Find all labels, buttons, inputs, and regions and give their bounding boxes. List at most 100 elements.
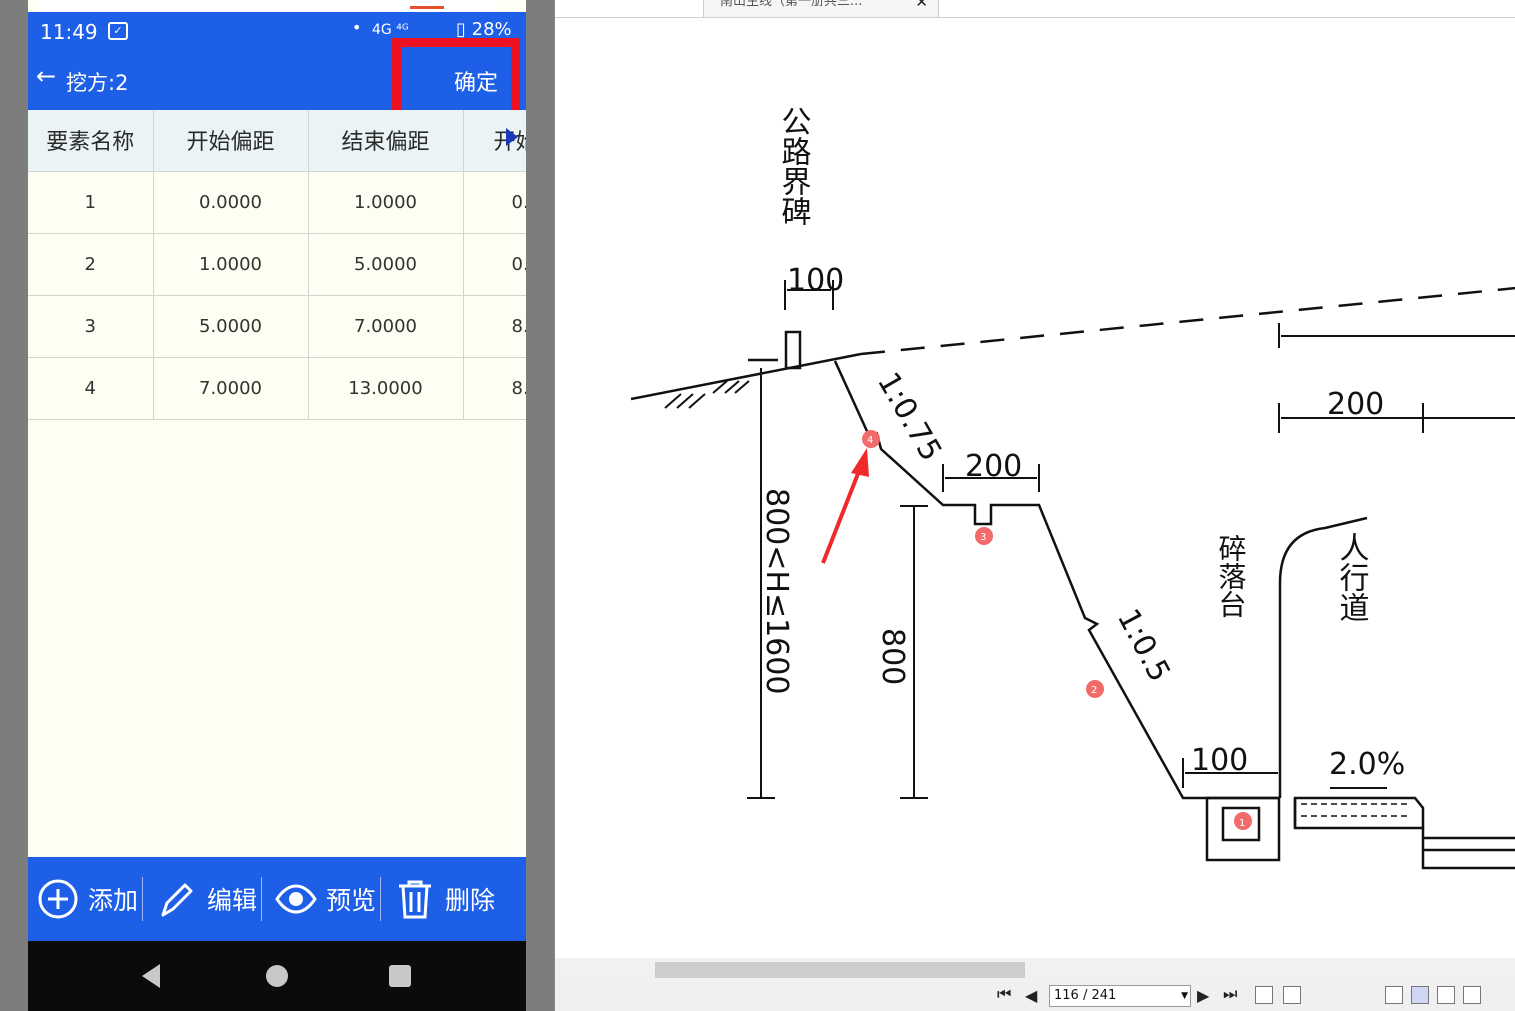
page-title: 挖方:2 — [66, 71, 129, 95]
table-row[interactable]: 1 0.0000 1.0000 0. — [28, 171, 526, 234]
two-page-continuous-icon[interactable] — [1463, 986, 1481, 1004]
table-cell: 4 — [28, 357, 154, 420]
prev-page-icon[interactable]: ◀ — [1025, 986, 1037, 1006]
table-cell: 1.0000 — [308, 171, 464, 234]
table-cell: 7.0000 — [153, 357, 309, 420]
two-page-icon[interactable] — [1437, 986, 1455, 1004]
crossfall-label: 2.0% — [1329, 747, 1405, 782]
table-row[interactable]: 2 1.0000 5.0000 0. — [28, 233, 526, 296]
table-row[interactable]: 4 7.0000 13.0000 8. — [28, 357, 526, 420]
slope-lower-label: 1:0.5 — [1110, 603, 1177, 687]
last-page-icon[interactable]: ⏭ — [1223, 986, 1237, 1004]
delete-button[interactable]: 删除 — [385, 857, 495, 941]
red-pointer-arrow — [821, 448, 869, 564]
ditch-width-label: 100 — [1191, 743, 1248, 778]
table-cell: 13.0000 — [308, 357, 464, 420]
toolbar-divider — [380, 877, 382, 921]
ground-line — [630, 352, 862, 401]
bottom-toolbar: 添加 编辑 预览 删除 — [28, 857, 526, 941]
add-button[interactable]: 添加 — [28, 857, 138, 941]
network-indicator: 4G ⁴ᴳ — [372, 22, 409, 38]
cross-section-drawing: 公路界碑 100 1:0.75 200 800<H≤1600 800 1:0.5… — [630, 106, 1515, 870]
first-page-icon[interactable]: ⏮ — [997, 986, 1011, 1004]
toolbar-divider — [142, 877, 144, 921]
marker-4[interactable]: 4 — [862, 430, 880, 448]
slope-upper-label: 1:0.75 — [870, 367, 948, 468]
close-icon[interactable]: ✕ — [915, 0, 928, 10]
continuous-page-icon[interactable] — [1411, 986, 1429, 1004]
toolbar-divider — [261, 877, 263, 921]
table-cell: 5.0000 — [308, 233, 464, 296]
preview-button[interactable]: 预览 — [266, 857, 376, 941]
phone-app: 11:49 ✓ • 4G ⁴ᴳ ▯ 28% ← 挖方:2 确定 要素名称 开始偏… — [28, 0, 526, 1011]
edit-button[interactable]: 编辑 — [147, 857, 257, 941]
dot-icon: • — [352, 18, 362, 37]
screen: 11:49 ✓ • 4G ⁴ᴳ ▯ 28% ← 挖方:2 确定 要素名称 开始偏… — [0, 0, 1515, 1011]
dim-right-upper — [1278, 323, 1515, 348]
document-tab[interactable]: 南山主线（第一册共三... ✕ — [703, 0, 939, 18]
arrow-left-icon[interactable]: ← — [36, 62, 56, 90]
delete-label: 删除 — [445, 886, 496, 915]
platform-label: 碎落台 — [1215, 534, 1248, 618]
eye-icon — [275, 884, 317, 914]
sidewalk-label: 人行道 — [1334, 532, 1370, 622]
horizontal-scrollbar[interactable] — [555, 958, 1515, 980]
height-800-label: 800 — [875, 628, 910, 685]
page-indicator: 116 / 241 — [1054, 988, 1117, 1003]
marker-3-label: 3 — [980, 532, 986, 543]
preview-label: 预览 — [326, 886, 377, 915]
table-header-row: 要素名称 开始偏距 结束偏距 开始 — [28, 110, 526, 172]
height-range-label: 800<H≤1600 — [759, 488, 794, 694]
column-header[interactable]: 开始偏距 — [153, 110, 309, 172]
fit-page-icon[interactable] — [1255, 986, 1273, 1004]
table-cell: 0.0000 — [153, 171, 309, 234]
boundary-marker-post — [784, 330, 802, 370]
next-page-icon[interactable]: ▶ — [1197, 986, 1209, 1006]
pdf-viewer: 南山主线（第一册共三... ✕ 公路界碑 100 1:0.75 200 800<… — [554, 0, 1515, 1011]
trash-icon — [399, 880, 432, 919]
column-header[interactable]: 结束偏距 — [308, 110, 464, 172]
marker-1[interactable]: 1 — [1234, 812, 1252, 830]
dim-right — [1278, 403, 1515, 433]
table-cell: 8. — [463, 357, 526, 420]
page-number-field[interactable]: 116 / 241 ▼ — [1049, 985, 1191, 1007]
chevron-down-icon[interactable]: ▼ — [1181, 986, 1188, 1006]
add-label: 添加 — [88, 886, 139, 915]
table-cell: 5.0000 — [153, 295, 309, 358]
nav-home-icon[interactable] — [263, 961, 291, 994]
table-cell: 0. — [463, 233, 526, 296]
table-cell: 0. — [463, 171, 526, 234]
berm-width-label: 200 — [965, 449, 1022, 484]
single-page-icon[interactable] — [1385, 986, 1403, 1004]
dim-top-label: 100 — [787, 263, 844, 298]
sidewalk-slab — [1293, 796, 1425, 830]
plus-circle-icon — [38, 879, 78, 919]
document-tab-title: 南山主线（第一册共三... — [720, 0, 863, 9]
sidewalk-pavers — [1301, 803, 1411, 817]
marker-1-label: 1 — [1239, 818, 1245, 829]
marker-3[interactable]: 3 — [975, 527, 993, 545]
dim-right-label: 200 — [1327, 387, 1384, 422]
battery-level: 28% — [471, 19, 512, 40]
nav-back-icon[interactable] — [138, 961, 164, 994]
page-navigation-bar: ⏮ ◀ 116 / 241 ▼ ▶ ⏭ — [555, 980, 1515, 1011]
status-time: 11:49 — [40, 20, 98, 44]
element-table: 要素名称 开始偏距 结束偏距 开始 1 0.0000 1.0000 0. 2 1… — [28, 110, 526, 420]
marker-2[interactable]: 2 — [1086, 680, 1104, 698]
marker-2-label: 2 — [1091, 685, 1097, 696]
table-cell: 1.0000 — [153, 233, 309, 296]
fit-width-icon[interactable] — [1283, 986, 1301, 1004]
column-header[interactable]: 要素名称 — [28, 110, 154, 172]
table-cell: 7.0000 — [308, 295, 464, 358]
marker-4-label: 4 — [867, 435, 873, 446]
battery-indicator: ▯ 28% — [456, 19, 512, 40]
scrollbar-thumb[interactable] — [655, 962, 1025, 978]
table-cell: 1 — [28, 171, 154, 234]
notification-icon: ✓ — [108, 22, 128, 40]
nav-recents-icon[interactable] — [386, 961, 414, 994]
scroll-right-icon[interactable] — [506, 128, 518, 146]
table-row[interactable]: 3 5.0000 7.0000 8. — [28, 295, 526, 358]
top-strip — [40, 0, 498, 12]
boundary-marker-label: 公路界碑 — [776, 106, 812, 226]
road-layers — [1293, 798, 1515, 870]
